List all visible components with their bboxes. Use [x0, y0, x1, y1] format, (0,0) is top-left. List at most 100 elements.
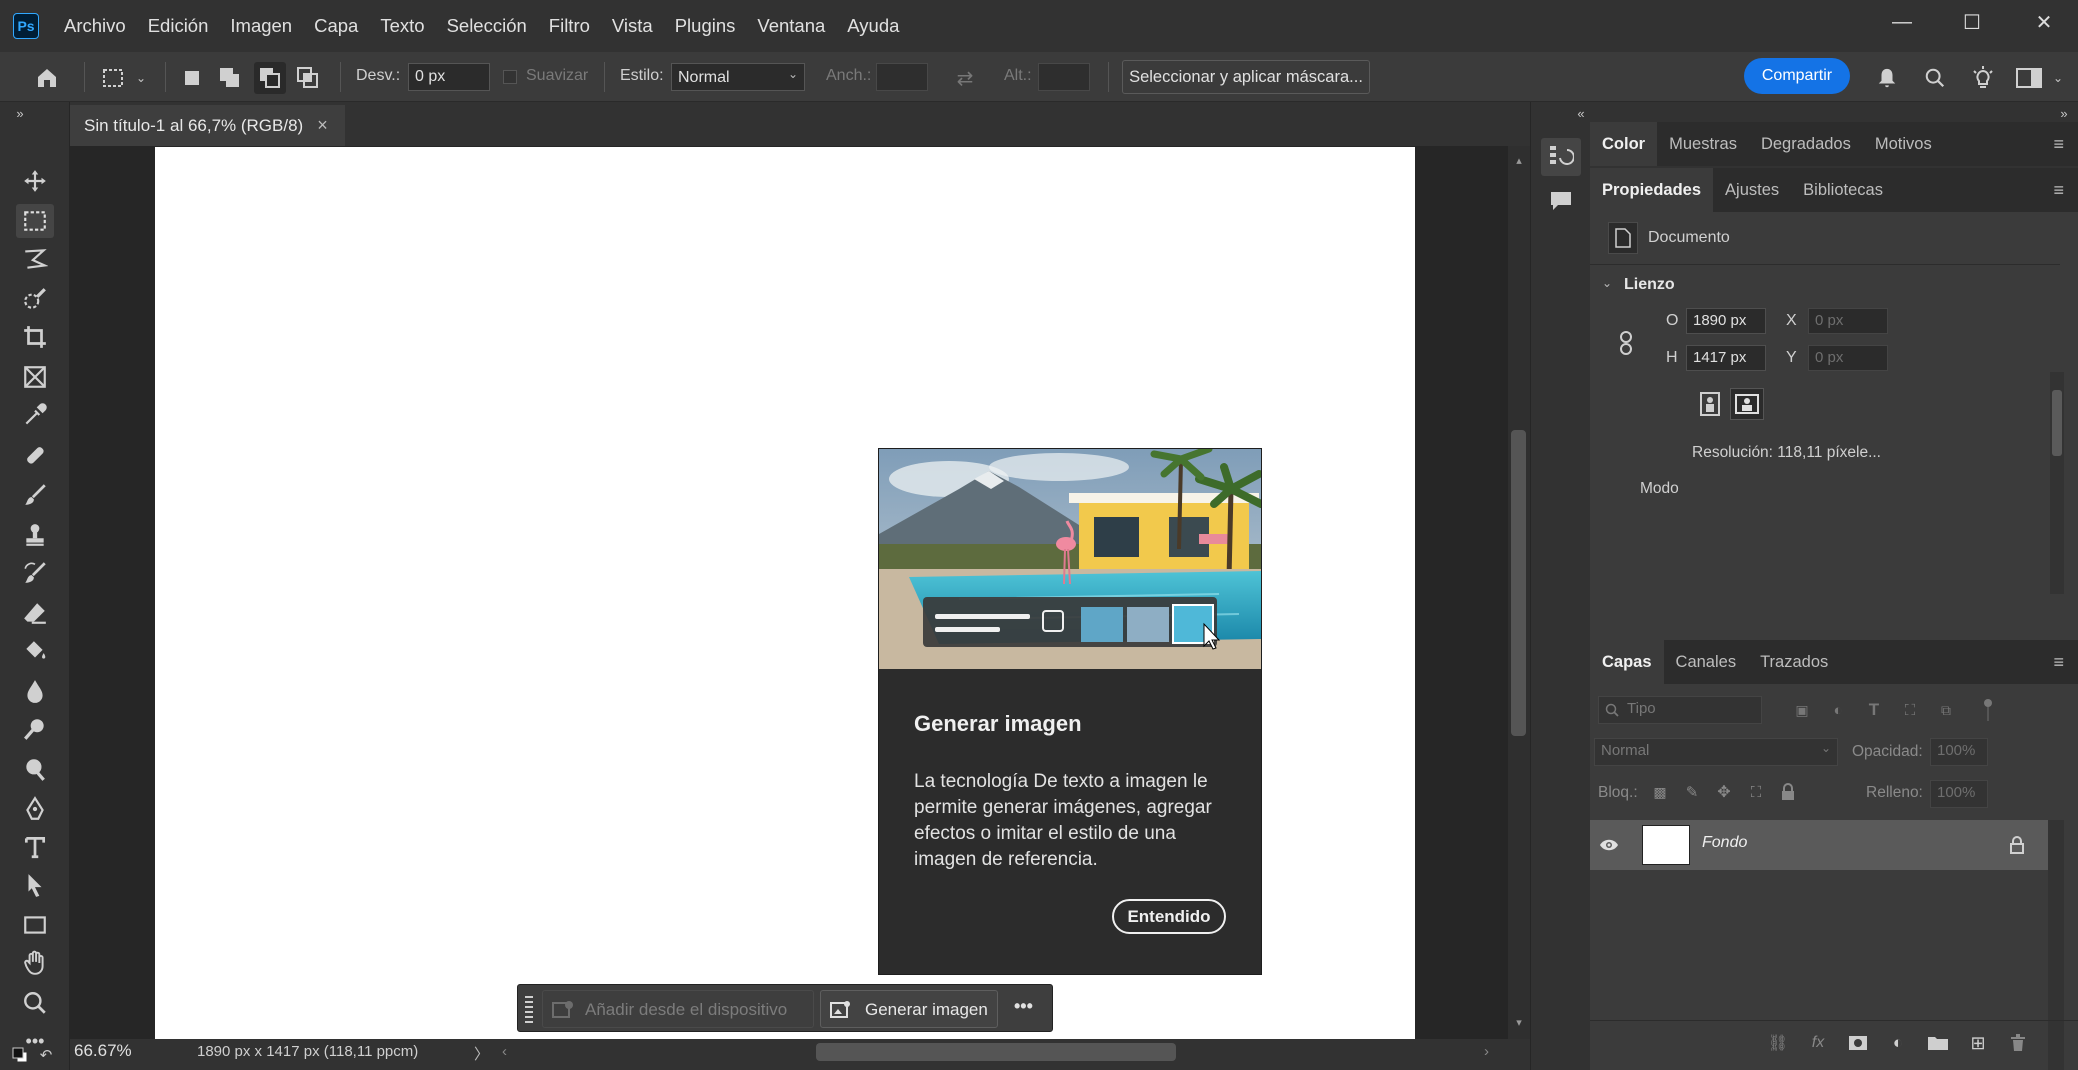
- dodge-tool-icon[interactable]: [16, 712, 54, 746]
- eraser-tool-icon[interactable]: [16, 596, 54, 630]
- height-input[interactable]: [1038, 63, 1090, 91]
- search-icon[interactable]: [1918, 64, 1952, 92]
- link-icon[interactable]: [1616, 330, 1636, 356]
- select-and-mask-button[interactable]: Seleccionar y aplicar máscara...: [1122, 60, 1370, 94]
- menu-capa[interactable]: Capa: [303, 15, 369, 37]
- expand-toolbar-icon[interactable]: »: [10, 104, 30, 122]
- scroll-left-icon[interactable]: ‹: [502, 1043, 507, 1060]
- rectangle-tool-icon[interactable]: [16, 908, 54, 942]
- swap-icon[interactable]: ⇄: [948, 66, 982, 90]
- bell-icon[interactable]: [1870, 64, 1904, 92]
- menu-edicion[interactable]: Edición: [137, 15, 220, 37]
- antialias-checkbox[interactable]: [503, 70, 517, 84]
- type-tool-icon[interactable]: [16, 830, 54, 864]
- menu-seleccion[interactable]: Selección: [436, 15, 538, 37]
- lightbulb-icon[interactable]: [1966, 64, 2000, 92]
- delete-layer-icon[interactable]: [2004, 1030, 2032, 1056]
- generate-image-button[interactable]: Generar imagen: [820, 990, 998, 1028]
- sponge-tool-icon[interactable]: [16, 752, 54, 786]
- marquee-tool-preset-icon[interactable]: [96, 64, 130, 92]
- panel-menu-icon[interactable]: ≡: [2053, 652, 2064, 673]
- lock-position-icon[interactable]: ✥: [1712, 780, 1736, 804]
- frame-tool-icon[interactable]: [16, 360, 54, 394]
- vertical-scrollbar-thumb[interactable]: [1511, 430, 1526, 736]
- opacity-input[interactable]: 100%: [1930, 738, 1988, 766]
- more-options-icon[interactable]: •••: [1014, 996, 1033, 1017]
- drag-handle-icon[interactable]: [524, 993, 534, 1025]
- layers-scrollbar[interactable]: [2048, 820, 2064, 1070]
- close-window-button[interactable]: ✕: [2010, 0, 2078, 44]
- scroll-up-icon[interactable]: ▴: [1511, 152, 1527, 168]
- tab-ajustes[interactable]: Ajustes: [1713, 168, 1791, 212]
- menu-texto[interactable]: Texto: [369, 15, 435, 37]
- layer-row[interactable]: Fondo: [1590, 820, 2048, 870]
- panel-menu-icon[interactable]: ≡: [2053, 180, 2064, 201]
- tab-motivos[interactable]: Motivos: [1863, 122, 1944, 166]
- subtract-from-selection-icon[interactable]: [254, 62, 286, 94]
- new-group-icon[interactable]: [1924, 1030, 1952, 1056]
- minimize-button[interactable]: —: [1868, 0, 1936, 44]
- document-tab[interactable]: Sin título-1 al 66,7% (RGB/8) ×: [70, 105, 345, 146]
- layer-name[interactable]: Fondo: [1702, 834, 1747, 852]
- filter-smart-objects-icon[interactable]: ⧉: [1934, 698, 1958, 722]
- hand-tool-icon[interactable]: [16, 946, 54, 980]
- lock-image-pixels-icon[interactable]: ✎: [1680, 780, 1704, 804]
- brush-tool-icon[interactable]: [16, 478, 54, 512]
- status-menu-icon[interactable]: 〉: [474, 1043, 489, 1064]
- lock-artboard-icon[interactable]: ⛶: [1744, 780, 1768, 804]
- layer-filter-input[interactable]: Tipo: [1598, 696, 1762, 724]
- adjustment-layer-icon[interactable]: ◐: [1884, 1030, 1912, 1056]
- close-tab-icon[interactable]: ×: [317, 115, 328, 136]
- lasso-tool-icon[interactable]: [16, 242, 54, 276]
- canvas-height-input[interactable]: 1417 px: [1686, 345, 1766, 371]
- add-mask-icon[interactable]: [1844, 1030, 1872, 1056]
- got-it-button[interactable]: Entendido: [1112, 899, 1226, 934]
- tab-color[interactable]: Color: [1590, 122, 1658, 166]
- blend-mode-select[interactable]: Normal ⌄: [1594, 738, 1838, 766]
- menu-filtro[interactable]: Filtro: [538, 15, 601, 37]
- spot-healing-brush-icon[interactable]: [16, 438, 54, 472]
- workspace-icon[interactable]: [2012, 64, 2046, 92]
- tab-propiedades[interactable]: Propiedades: [1590, 168, 1714, 212]
- menu-imagen[interactable]: Imagen: [219, 15, 303, 37]
- canvas-section-title[interactable]: Lienzo: [1624, 276, 1675, 294]
- clone-stamp-tool-icon[interactable]: [16, 518, 54, 552]
- canvas-x-input[interactable]: 0 px: [1808, 308, 1888, 334]
- filter-toggle-icon[interactable]: [1980, 696, 1996, 722]
- chevron-down-icon[interactable]: ⌄: [2050, 66, 2066, 90]
- chevron-down-icon[interactable]: ⌄: [132, 66, 150, 90]
- intersect-selection-icon[interactable]: [294, 64, 322, 92]
- tab-canales[interactable]: Canales: [1664, 640, 1749, 684]
- lock-all-icon[interactable]: [1776, 780, 1800, 804]
- menu-archivo[interactable]: Archivo: [53, 15, 137, 37]
- link-layers-icon[interactable]: ⛓: [1764, 1030, 1792, 1056]
- crop-tool-icon[interactable]: [16, 320, 54, 354]
- chevron-down-icon[interactable]: ⌄: [1602, 276, 1612, 290]
- history-brush-tool-icon[interactable]: [16, 556, 54, 590]
- scroll-down-icon[interactable]: ▾: [1511, 1014, 1527, 1030]
- add-to-selection-icon[interactable]: [216, 64, 244, 92]
- zoom-level[interactable]: 66.67%: [74, 1041, 132, 1061]
- tab-bibliotecas[interactable]: Bibliotecas: [1791, 168, 1895, 212]
- filter-adjustment-layers-icon[interactable]: ◐: [1826, 698, 1850, 722]
- canvas-y-input[interactable]: 0 px: [1808, 345, 1888, 371]
- blur-tool-icon[interactable]: [16, 674, 54, 708]
- collapse-panel-icon[interactable]: «: [1573, 104, 1589, 122]
- width-input[interactable]: [876, 63, 928, 91]
- lock-transparent-icon[interactable]: ▩: [1648, 780, 1672, 804]
- filter-pixel-layers-icon[interactable]: ▣: [1790, 698, 1814, 722]
- eye-icon[interactable]: [1598, 834, 1620, 856]
- menu-vista[interactable]: Vista: [601, 15, 664, 37]
- add-from-device-button[interactable]: Añadir desde el dispositivo: [542, 990, 814, 1028]
- menu-plugins[interactable]: Plugins: [664, 15, 747, 37]
- rectangular-marquee-tool-icon[interactable]: [16, 204, 54, 238]
- collapse-panels-icon[interactable]: »: [2056, 104, 2072, 122]
- share-button[interactable]: Compartir: [1744, 58, 1850, 94]
- paint-bucket-tool-icon[interactable]: [16, 634, 54, 668]
- zoom-tool-icon[interactable]: [16, 986, 54, 1020]
- filter-type-layers-icon[interactable]: T: [1862, 698, 1886, 722]
- layer-lock-icon[interactable]: [2006, 834, 2028, 856]
- horizontal-scrollbar-thumb[interactable]: [816, 1043, 1176, 1061]
- feather-input[interactable]: 0 px: [408, 63, 490, 91]
- landscape-orientation-icon[interactable]: [1730, 388, 1764, 420]
